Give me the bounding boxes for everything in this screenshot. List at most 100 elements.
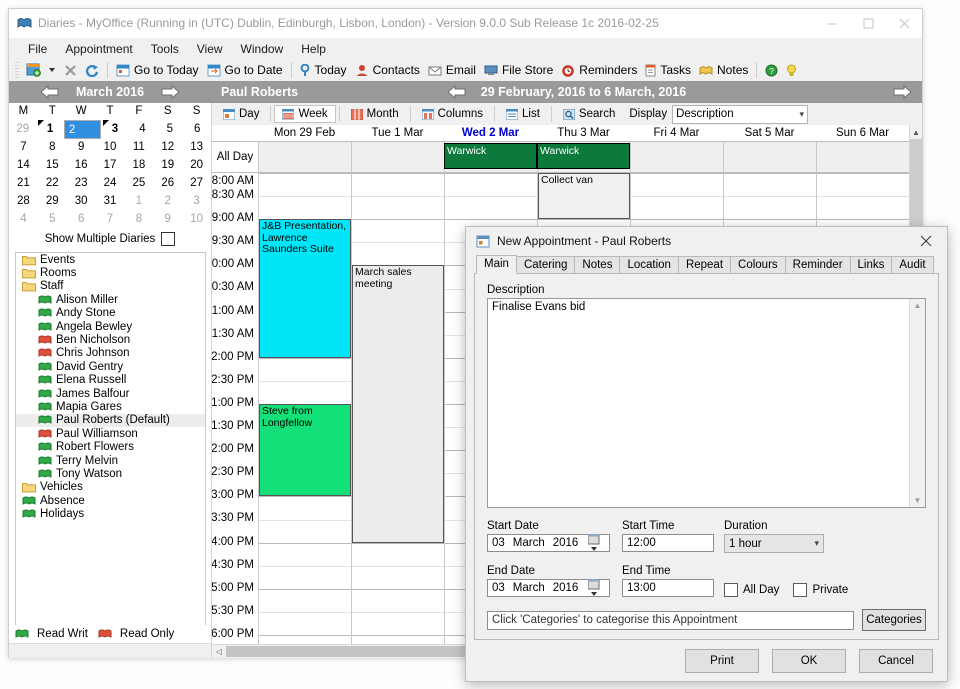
email-button[interactable]: Email <box>424 62 480 78</box>
notes-button[interactable]: Notes <box>695 62 752 78</box>
description-value[interactable]: Finalise Evans bid <box>488 299 909 507</box>
minicalendar-day[interactable]: 7 <box>96 210 125 228</box>
new-appointment-icon[interactable] <box>22 62 45 78</box>
dialog-tab-notes[interactable]: Notes <box>574 256 620 273</box>
end-date-year[interactable]: 2016 <box>549 582 583 594</box>
day-header-4[interactable]: Fri 4 Mar <box>630 125 723 141</box>
tree-node[interactable]: Elena Russell <box>16 374 205 387</box>
dialog-tab-links[interactable]: Links <box>850 256 893 273</box>
dialog-tab-reminder[interactable]: Reminder <box>785 256 851 273</box>
menu-appointment[interactable]: Appointment <box>56 40 141 58</box>
dialog-tab-colours[interactable]: Colours <box>730 256 786 273</box>
help-icon[interactable]: ? <box>761 63 782 78</box>
view-button-week[interactable]: Week <box>274 105 335 123</box>
reminders-button[interactable]: Reminders <box>557 62 641 78</box>
day-header-6[interactable]: Sun 6 Mar <box>816 125 909 141</box>
day-header-3[interactable]: Thu 3 Mar <box>537 125 630 141</box>
next-month-arrow-icon[interactable] <box>160 85 180 99</box>
tree-node[interactable]: David Gentry <box>16 360 205 373</box>
menu-help[interactable]: Help <box>292 40 335 58</box>
minicalendar-day[interactable]: 30 <box>67 192 96 210</box>
goto-date-button[interactable]: Go to Date <box>203 62 287 78</box>
dialog-tab-repeat[interactable]: Repeat <box>678 256 731 273</box>
day-header-2[interactable]: Wed 2 Mar <box>444 125 537 141</box>
tasks-button[interactable]: Tasks <box>641 62 695 78</box>
day-column-1[interactable]: March sales meeting <box>351 173 444 644</box>
ok-button[interactable]: OK <box>772 649 846 673</box>
contacts-button[interactable]: Contacts <box>351 62 424 78</box>
categories-button[interactable]: Categories <box>862 609 926 631</box>
minicalendar-day[interactable]: 8 <box>38 138 67 156</box>
tree-node[interactable]: James Balfour <box>16 387 205 400</box>
all-day-cell-4[interactable] <box>630 142 723 172</box>
dialog-close-icon[interactable] <box>905 227 947 255</box>
minicalendar-day[interactable]: 20 <box>182 156 211 174</box>
minicalendar-day[interactable]: 25 <box>124 174 153 192</box>
minicalendar-day[interactable]: 1 <box>36 120 63 138</box>
minicalendar-day[interactable]: 1 <box>124 192 153 210</box>
start-date-input[interactable]: 03 March 2016 <box>487 534 610 552</box>
all-day-cell-6[interactable] <box>816 142 909 172</box>
minicalendar-day[interactable]: 15 <box>38 156 67 174</box>
dialog-tab-audit[interactable]: Audit <box>891 256 933 273</box>
tree-node[interactable]: Vehicles <box>16 481 205 494</box>
desc-scroll-down-icon[interactable]: ▼ <box>910 496 925 505</box>
dialog-tab-main[interactable]: Main <box>476 255 517 274</box>
dialog-tab-catering[interactable]: Catering <box>516 256 575 273</box>
start-time-input[interactable]: 12:00 <box>622 534 714 552</box>
minicalendar-day[interactable]: 5 <box>156 120 183 138</box>
delete-icon[interactable] <box>60 63 81 78</box>
end-date-month[interactable]: March <box>509 582 549 594</box>
file-store-button[interactable]: File Store <box>480 62 557 78</box>
tree-node[interactable]: Absence <box>16 494 205 507</box>
minicalendar-day[interactable]: 6 <box>184 120 211 138</box>
minicalendar-day[interactable]: 12 <box>153 138 182 156</box>
scroll-left-icon[interactable]: ◁ <box>212 647 226 656</box>
tree-node[interactable]: Angela Bewley <box>16 320 205 333</box>
description-scrollbar[interactable]: ▲ ▼ <box>909 299 925 507</box>
all-day-event[interactable]: Warwick <box>444 143 537 169</box>
minicalendar-day[interactable]: 9 <box>67 138 96 156</box>
minicalendar-day[interactable]: 17 <box>96 156 125 174</box>
minicalendar-day[interactable]: 2 <box>64 120 101 139</box>
all-day-cell-5[interactable] <box>723 142 816 172</box>
minicalendar-day[interactable]: 4 <box>129 120 156 138</box>
diary-tree[interactable]: EventsRoomsStaffAlison MillerAndy StoneA… <box>15 252 206 625</box>
minicalendar-day[interactable]: 3 <box>101 120 128 138</box>
minicalendar-day[interactable]: 10 <box>182 210 211 228</box>
duration-select[interactable]: 1 hour ▾ <box>724 534 824 553</box>
tree-node[interactable]: Chris Johnson <box>16 347 205 360</box>
view-button-list[interactable]: List <box>498 105 548 123</box>
prev-month-arrow-icon[interactable] <box>40 85 60 99</box>
maximize-icon[interactable] <box>850 9 886 37</box>
display-select[interactable]: Description▾ <box>672 105 808 124</box>
today-button[interactable]: Today <box>296 62 351 78</box>
scroll-up-icon[interactable]: ▲ <box>910 125 922 139</box>
start-date-month[interactable]: March <box>509 537 549 549</box>
minicalendar-day[interactable]: 8 <box>124 210 153 228</box>
minimize-icon[interactable] <box>814 9 850 37</box>
cancel-button[interactable]: Cancel <box>859 649 933 673</box>
end-date-input[interactable]: 03 March 2016 <box>487 579 610 597</box>
minicalendar-day[interactable]: 23 <box>67 174 96 192</box>
desc-scroll-up-icon[interactable]: ▲ <box>910 301 925 310</box>
day-header-1[interactable]: Tue 1 Mar <box>351 125 444 141</box>
categories-input[interactable]: Click 'Categories' to categorise this Ap… <box>487 611 854 630</box>
private-checkbox[interactable] <box>793 583 807 597</box>
next-week-arrow-icon[interactable] <box>892 85 912 99</box>
dialog-tabs[interactable]: MainCateringNotesLocationRepeatColoursRe… <box>466 255 947 273</box>
minicalendar-day[interactable]: 31 <box>96 192 125 210</box>
minicalendar-day[interactable]: 22 <box>38 174 67 192</box>
day-column-0[interactable]: J&B Presentation, Lawrence Saunders Suit… <box>258 173 351 644</box>
end-date-day[interactable]: 03 <box>488 582 509 594</box>
all-day-cell-1[interactable] <box>351 142 444 172</box>
tree-node[interactable]: Events <box>16 253 205 266</box>
view-button-search[interactable]: Search <box>555 105 623 123</box>
menu-view[interactable]: View <box>188 40 232 58</box>
view-button-month[interactable]: Month <box>343 105 407 123</box>
minicalendar-day[interactable]: 6 <box>67 210 96 228</box>
mini-calendar[interactable]: 2912345678910111213141516171819202122232… <box>9 120 211 228</box>
minicalendar-day[interactable]: 11 <box>124 138 153 156</box>
minicalendar-day[interactable]: 3 <box>182 192 211 210</box>
menu-window[interactable]: Window <box>232 40 293 58</box>
